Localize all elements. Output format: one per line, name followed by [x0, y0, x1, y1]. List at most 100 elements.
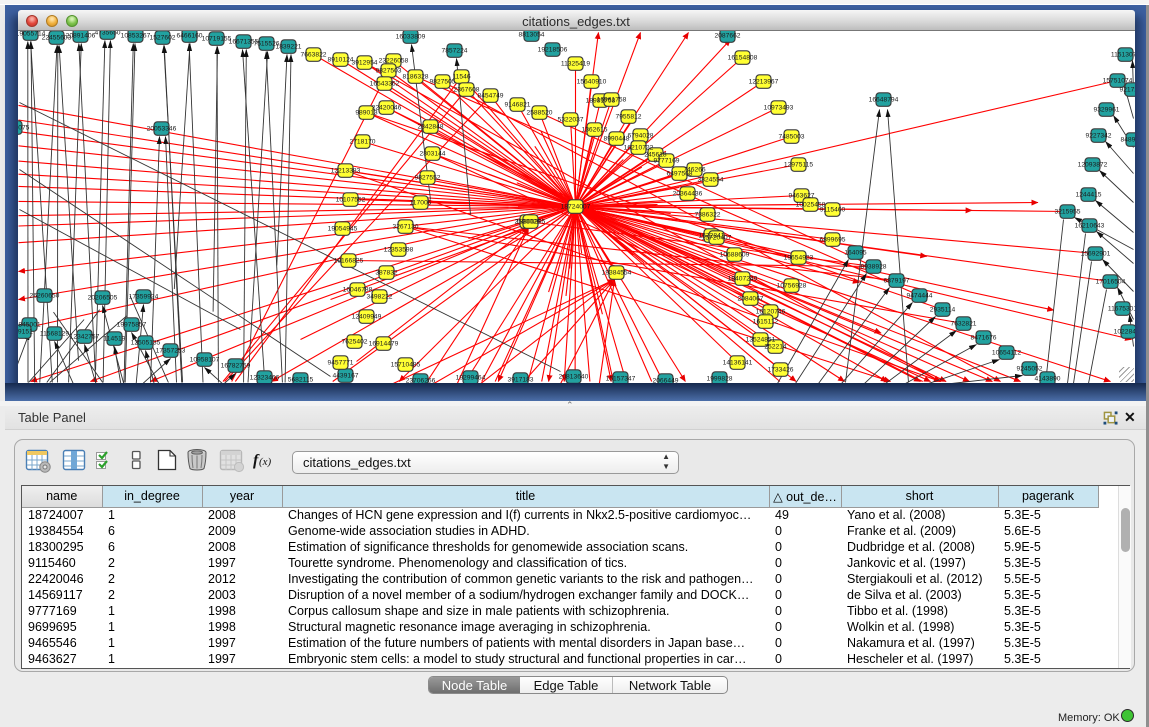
svg-text:16914479: 16914479	[368, 341, 398, 348]
svg-text:19054945: 19054945	[327, 226, 357, 233]
svg-text:9245052: 9245052	[1016, 366, 1042, 373]
svg-text:4439167: 4439167	[332, 373, 358, 380]
svg-text:1362615: 1362615	[581, 127, 607, 134]
svg-text:3267130: 3267130	[392, 224, 418, 231]
svg-text:2367608: 2367608	[453, 87, 479, 94]
svg-text:18407249: 18407249	[727, 276, 757, 283]
svg-text:16961758: 16961758	[596, 97, 626, 104]
svg-text:3824554: 3824554	[697, 177, 723, 184]
svg-text:16210643: 16210643	[1074, 223, 1104, 230]
svg-text:15640910: 15640910	[576, 79, 606, 86]
svg-text:8489709: 8489709	[1120, 137, 1135, 144]
svg-text:20891406: 20891406	[65, 33, 95, 40]
svg-text:11325419: 11325419	[560, 61, 590, 68]
svg-text:18724007: 18724007	[560, 204, 590, 211]
svg-text:16513075: 16513075	[18, 125, 30, 132]
svg-text:12342757: 12342757	[69, 334, 99, 341]
svg-text:20364436: 20364436	[672, 191, 702, 198]
svg-text:4735650: 4735650	[94, 31, 120, 37]
svg-text:9457771: 9457771	[327, 360, 353, 367]
svg-text:1615112: 1615112	[752, 319, 778, 326]
svg-text:8813054: 8813054	[518, 32, 544, 39]
svg-text:19218506: 19218506	[537, 47, 567, 54]
svg-text:17359924: 17359924	[128, 294, 158, 301]
svg-text:6879197: 6879197	[883, 278, 909, 285]
svg-text:10973493: 10973493	[763, 105, 793, 112]
svg-text:16154808: 16154808	[727, 55, 757, 62]
svg-text:12213383: 12213383	[330, 168, 360, 175]
svg-text:3912954: 3912954	[351, 60, 377, 67]
svg-text:13524851: 13524851	[745, 337, 775, 344]
svg-text:15710485: 15710485	[390, 362, 420, 369]
svg-text:14136141: 14136141	[722, 360, 752, 367]
svg-text:15692901: 15692901	[1080, 251, 1110, 258]
svg-text:5322037: 5322037	[557, 117, 583, 124]
svg-text:19299464: 19299464	[455, 375, 485, 382]
svg-text:15157347: 15157347	[605, 376, 635, 383]
svg-text:16033809: 16033809	[395, 34, 425, 41]
svg-text:1527602: 1527602	[149, 35, 175, 42]
svg-text:7625402: 7625402	[341, 339, 367, 346]
svg-text:12975115: 12975115	[783, 162, 813, 169]
svg-text:(x): (x)	[259, 456, 272, 468]
svg-text:8454749: 8454749	[477, 93, 503, 100]
svg-text:16046788: 16046788	[342, 287, 372, 294]
svg-text:8990448: 8990448	[603, 136, 629, 143]
svg-text:6899695: 6899695	[819, 237, 845, 244]
svg-text:20813640: 20813640	[558, 374, 588, 381]
svg-text:16210722: 16210722	[623, 145, 653, 152]
svg-text:9227342: 9227342	[1085, 133, 1111, 140]
svg-text:11568129: 11568129	[39, 331, 69, 338]
svg-text:16648794: 16648794	[868, 97, 898, 104]
svg-text:10853267: 10853267	[120, 33, 150, 40]
svg-text:12505135: 12505135	[130, 340, 160, 347]
svg-text:19975857: 19975857	[116, 322, 146, 329]
svg-text:252214: 252214	[764, 344, 787, 351]
svg-text:10654112: 10654112	[991, 350, 1021, 357]
svg-text:3215955: 3215955	[1054, 209, 1080, 216]
svg-text:7663822: 7663822	[300, 52, 326, 59]
svg-text:2588520: 2588520	[526, 110, 552, 117]
svg-text:16120746: 16120746	[755, 309, 785, 316]
svg-text:2718170: 2718170	[349, 139, 375, 146]
svg-text:12409949: 12409949	[351, 314, 381, 321]
svg-text:12213967: 12213967	[748, 79, 778, 86]
svg-text:10958107: 10958107	[189, 357, 219, 364]
svg-text:20206505: 20206505	[87, 295, 117, 302]
svg-text:10107552: 10107552	[335, 197, 365, 204]
svg-text:387832: 387832	[375, 270, 398, 277]
svg-text:1839221: 1839221	[275, 44, 301, 51]
svg-text:6466160: 6466160	[176, 33, 202, 40]
svg-text:10228452: 10228452	[1113, 329, 1134, 336]
svg-text:2935114: 2935114	[929, 307, 955, 314]
svg-text:10719155: 10719155	[201, 36, 231, 43]
svg-text:7632821: 7632821	[950, 321, 976, 328]
svg-text:2803144: 2803144	[419, 151, 445, 158]
svg-text:746266: 746266	[683, 167, 706, 174]
svg-text:9146821: 9146821	[504, 102, 530, 109]
svg-text:11675301: 11675301	[1107, 306, 1134, 313]
svg-text:2084067: 2084067	[737, 296, 763, 303]
svg-text:20053346: 20053346	[146, 126, 176, 133]
svg-text:10756928: 10756928	[776, 283, 806, 290]
svg-text:11546: 11546	[452, 74, 470, 81]
svg-text:1733426: 1733426	[767, 367, 793, 374]
svg-text:1244415: 1244415	[1075, 192, 1101, 199]
svg-text:7386322: 7386322	[694, 212, 720, 219]
svg-text:2342848: 2342848	[417, 124, 443, 131]
svg-text:12093872: 12093872	[1077, 162, 1107, 169]
svg-text:23226058: 23226058	[378, 58, 408, 65]
svg-text:15751074: 15751074	[1102, 78, 1132, 85]
svg-text:7955812: 7955812	[615, 114, 641, 121]
svg-text:10688609: 10688609	[719, 252, 749, 259]
svg-text:4143890: 4143890	[1034, 376, 1060, 383]
svg-text:114519: 114519	[103, 336, 125, 343]
svg-text:9463627: 9463627	[788, 193, 814, 200]
svg-text:8938928: 8938928	[860, 264, 886, 271]
svg-text:39151: 39151	[18, 329, 33, 336]
svg-text:19654923: 19654923	[783, 255, 813, 262]
svg-text:12323466: 12323466	[249, 375, 279, 382]
svg-text:117006: 117006	[409, 200, 431, 207]
svg-text:7485003: 7485003	[778, 134, 804, 141]
svg-text:10025458: 10025458	[795, 202, 825, 209]
